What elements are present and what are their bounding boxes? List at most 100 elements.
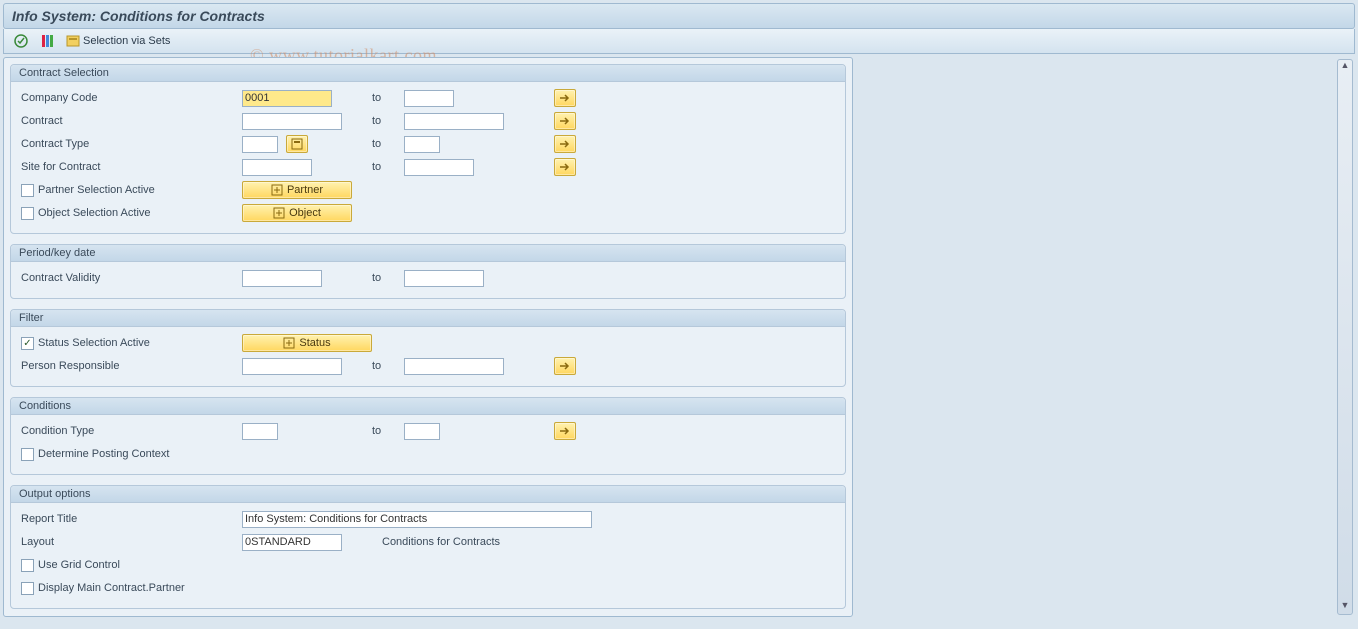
expand-icon [283, 337, 295, 349]
arrow-right-icon [559, 93, 571, 103]
input-condition-type-from[interactable] [242, 423, 278, 440]
group-header-filter: Filter [11, 310, 845, 327]
label-posting-context: Determine Posting Context [38, 448, 169, 460]
execute-button[interactable] [10, 32, 32, 50]
button-object[interactable]: Object [242, 204, 352, 222]
content-area: Contract Selection Company Code to Contr… [3, 57, 1355, 617]
checkbox-status-selection[interactable]: ✓ [21, 337, 34, 350]
label-site: Site for Contract [17, 161, 242, 173]
input-company-code-from[interactable] [242, 90, 332, 107]
group-conditions: Conditions Condition Type to Determine P… [10, 397, 846, 475]
row-report-title: Report Title [17, 508, 839, 530]
to-label: to [372, 272, 404, 284]
arrow-right-icon [559, 139, 571, 149]
row-person-responsible: Person Responsible to [17, 355, 839, 377]
to-label: to [372, 161, 404, 173]
main-panel: Contract Selection Company Code to Contr… [3, 57, 853, 617]
input-contract-type-from[interactable] [242, 136, 278, 153]
arrow-right-icon [559, 162, 571, 172]
checkbox-main-partner[interactable] [21, 582, 34, 595]
button-status-label: Status [299, 337, 330, 349]
to-label: to [372, 425, 404, 437]
label-condition-type: Condition Type [17, 425, 242, 437]
input-validity-to[interactable] [404, 270, 484, 287]
multi-select-contract[interactable] [554, 112, 576, 130]
multi-select-contract-type[interactable] [554, 135, 576, 153]
row-company-code: Company Code to [17, 87, 839, 109]
button-partner[interactable]: Partner [242, 181, 352, 199]
label-contract-type: Contract Type [17, 138, 242, 150]
arrow-right-icon [559, 116, 571, 126]
checkbox-partner-selection[interactable] [21, 184, 34, 197]
checkbox-object-selection[interactable] [21, 207, 34, 220]
button-partner-label: Partner [287, 184, 323, 196]
input-company-code-to[interactable] [404, 90, 454, 107]
scroll-up-icon[interactable]: ▲ [1338, 60, 1352, 74]
input-contract-from[interactable] [242, 113, 342, 130]
input-condition-type-to[interactable] [404, 423, 440, 440]
to-label: to [372, 115, 404, 127]
arrow-right-icon [559, 361, 571, 371]
label-validity: Contract Validity [17, 272, 242, 284]
row-site: Site for Contract to [17, 156, 839, 178]
to-label: to [372, 138, 404, 150]
input-site-to[interactable] [404, 159, 474, 176]
variants-button[interactable] [36, 32, 58, 50]
label-main-partner: Display Main Contract.Partner [38, 582, 185, 594]
multi-select-person[interactable] [554, 357, 576, 375]
scroll-down-icon[interactable]: ▼ [1338, 600, 1352, 614]
toolbar: Selection via Sets [3, 29, 1355, 54]
group-output: Output options Report Title Layout Condi… [10, 485, 846, 609]
button-object-label: Object [289, 207, 321, 219]
button-status[interactable]: Status [242, 334, 372, 352]
input-contract-to[interactable] [404, 113, 504, 130]
row-validity: Contract Validity to [17, 267, 839, 289]
group-header-output: Output options [11, 486, 845, 503]
label-report-title: Report Title [17, 513, 242, 525]
to-label: to [372, 92, 404, 104]
row-condition-type: Condition Type to [17, 420, 839, 442]
label-status-selection: Status Selection Active [38, 337, 150, 349]
input-layout[interactable] [242, 534, 342, 551]
selection-sets-icon [65, 33, 81, 49]
row-contract: Contract to [17, 110, 839, 132]
expand-icon [273, 207, 285, 219]
page-title: Info System: Conditions for Contracts [3, 3, 1355, 29]
multi-select-company-code[interactable] [554, 89, 576, 107]
label-layout: Layout [17, 536, 242, 548]
label-use-grid: Use Grid Control [38, 559, 120, 571]
row-contract-type: Contract Type to [17, 133, 839, 155]
input-person-to[interactable] [404, 358, 504, 375]
expand-icon [271, 184, 283, 196]
arrow-right-icon [559, 426, 571, 436]
vertical-scrollbar[interactable]: ▲ ▼ [1337, 59, 1353, 615]
input-site-from[interactable] [242, 159, 312, 176]
input-person-from[interactable] [242, 358, 342, 375]
checkbox-posting-context[interactable] [21, 448, 34, 461]
row-object-selection: Object Selection Active Object [17, 202, 839, 224]
matchcode-contract-type[interactable] [286, 135, 308, 153]
multi-select-condition-type[interactable] [554, 422, 576, 440]
row-posting-context: Determine Posting Context [17, 443, 839, 465]
label-partner-selection: Partner Selection Active [38, 184, 155, 196]
input-contract-type-to[interactable] [404, 136, 440, 153]
selection-via-sets-button[interactable]: Selection via Sets [62, 32, 173, 50]
row-partner-selection: Partner Selection Active Partner [17, 179, 839, 201]
group-filter: Filter ✓ Status Selection Active Status … [10, 309, 846, 387]
multi-select-site[interactable] [554, 158, 576, 176]
checkbox-use-grid[interactable] [21, 559, 34, 572]
selection-via-sets-label: Selection via Sets [83, 35, 170, 47]
group-header-period: Period/key date [11, 245, 845, 262]
input-report-title[interactable] [242, 511, 592, 528]
label-object-selection: Object Selection Active [38, 207, 151, 219]
group-header-contract-selection: Contract Selection [11, 65, 845, 82]
group-period: Period/key date Contract Validity to [10, 244, 846, 299]
variants-icon [39, 33, 55, 49]
group-header-conditions: Conditions [11, 398, 845, 415]
row-main-partner: Display Main Contract.Partner [17, 577, 839, 599]
execute-icon [13, 33, 29, 49]
row-use-grid: Use Grid Control [17, 554, 839, 576]
input-validity-from[interactable] [242, 270, 322, 287]
label-contract: Contract [17, 115, 242, 127]
to-label: to [372, 360, 404, 372]
